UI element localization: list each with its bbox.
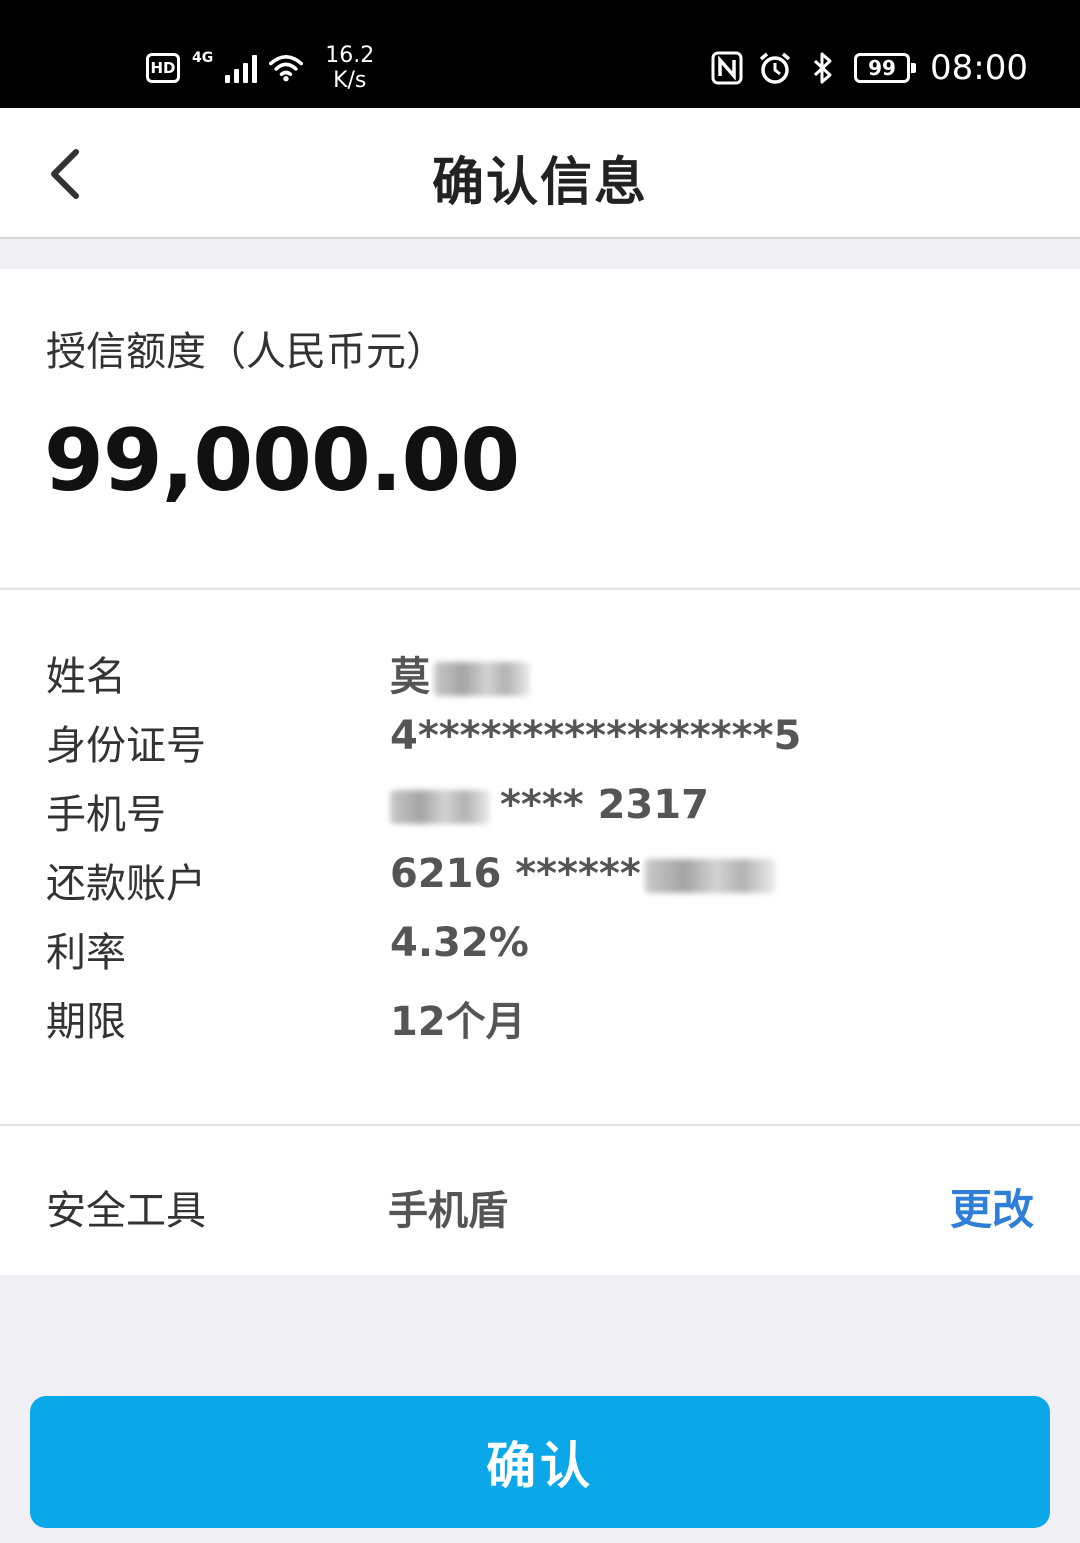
detail-label: 姓名: [46, 654, 126, 700]
detail-value: 4*****************5: [390, 713, 802, 759]
detail-value: 4.32%: [390, 920, 529, 966]
security-tool-card: 安全工具 手机盾 更改: [0, 1124, 1080, 1275]
credit-amount-label: 授信额度（人民币元）: [46, 329, 446, 375]
loan-details-card: 姓名 莫 身份证号 4*****************5 手机号 **** 2…: [0, 588, 1080, 1124]
detail-label: 手机号: [46, 792, 166, 838]
redaction-mask: [434, 662, 530, 696]
detail-row-repayment-account: 还款账户 6216 ******: [0, 843, 1080, 912]
detail-label: 利率: [46, 930, 126, 976]
detail-value-name: 莫: [390, 644, 530, 702]
detail-value: 12个月: [390, 999, 526, 1045]
nav-bar: 确认信息: [0, 108, 1080, 239]
network-speed-value: 16.2: [325, 43, 375, 68]
change-security-tool-link[interactable]: 更改: [950, 1176, 1034, 1237]
security-tool-label: 安全工具: [46, 1188, 206, 1234]
detail-label: 期限: [46, 999, 126, 1045]
detail-value: 莫: [390, 654, 430, 700]
detail-row-id-number: 身份证号 4*****************5: [0, 705, 1080, 774]
redaction-mask: [644, 859, 775, 893]
status-bar-left: HD 4G 16.2 K/s: [146, 38, 374, 98]
confirm-button[interactable]: 确认: [30, 1396, 1050, 1528]
status-bar: HD 4G 16.2 K/s 99 08:00: [0, 0, 1080, 108]
wifi-icon: [269, 51, 304, 85]
signal-strength-icon: [225, 53, 258, 83]
status-bar-right: 99 08:00: [710, 38, 1028, 98]
security-tool-value: 手机盾: [388, 1188, 508, 1234]
detail-row-term: 期限 12个月: [0, 981, 1080, 1050]
detail-row-phone: 手机号 **** 2317: [0, 774, 1080, 843]
detail-value: **** 2317: [500, 782, 709, 828]
detail-label: 身份证号: [46, 723, 206, 769]
bluetooth-icon: [806, 51, 840, 85]
status-time: 08:00: [930, 48, 1028, 88]
detail-row-name: 姓名 莫: [0, 636, 1080, 705]
detail-value-phone: **** 2317: [390, 782, 709, 828]
alarm-icon: [758, 51, 792, 85]
network-type-label: 4G: [192, 50, 214, 66]
nfc-icon: [710, 51, 744, 85]
detail-label: 还款账户: [46, 861, 206, 907]
network-speed: 16.2 K/s: [325, 43, 374, 93]
redaction-mask: [390, 790, 490, 824]
battery-icon: 99: [854, 53, 917, 83]
credit-amount-value: 99,000.00: [44, 411, 520, 511]
credit-amount-card: 授信额度（人民币元） 99,000.00: [0, 269, 1080, 587]
network-speed-unit: K/s: [333, 68, 367, 93]
detail-value: 6216 ******: [390, 851, 641, 897]
page-title: 确认信息: [431, 153, 648, 213]
detail-row-interest-rate: 利率 4.32%: [0, 912, 1080, 981]
hd-icon: HD: [146, 53, 180, 83]
detail-value-account: 6216 ******: [390, 851, 775, 897]
